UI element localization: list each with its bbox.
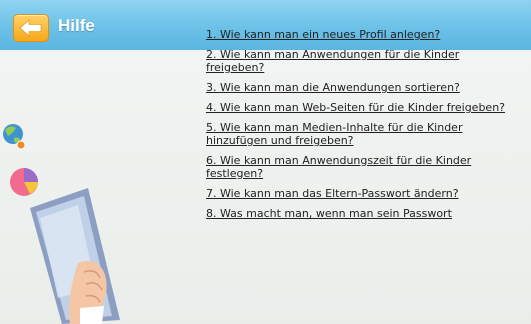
help-screen: Hilfe 1. Wie kann man ein neues Profil a…	[0, 0, 531, 324]
faq-item: 8. Was macht man, wenn man sein Passwort	[206, 207, 506, 220]
faq-item: 1. Wie kann man ein neues Profil anlegen…	[206, 28, 506, 41]
faq-link-5[interactable]: 5. Wie kann man Medien-Inhalte für die K…	[206, 121, 506, 147]
faq-link-7[interactable]: 7. Wie kann man das Eltern-Passwort ände…	[206, 187, 506, 200]
faq-item: 4. Wie kann man Web-Seiten für die Kinde…	[206, 101, 506, 114]
page-title: Hilfe	[58, 16, 95, 35]
faq-link-8[interactable]: 8. Was macht man, wenn man sein Passwort	[206, 207, 506, 220]
faq-list: 1. Wie kann man ein neues Profil anlegen…	[206, 28, 506, 227]
faq-link-6[interactable]: 6. Wie kann man Anwendungszeit für die K…	[206, 154, 506, 180]
faq-item: 3. Wie kann man die Anwendungen sortiere…	[206, 81, 506, 94]
pie-chart-icon	[10, 168, 38, 196]
faq-link-1[interactable]: 1. Wie kann man ein neues Profil anlegen…	[206, 28, 506, 41]
faq-link-2[interactable]: 2. Wie kann man Anwendungen für die Kind…	[206, 48, 506, 74]
faq-item: 7. Wie kann man das Eltern-Passwort ände…	[206, 187, 506, 200]
faq-link-3[interactable]: 3. Wie kann man die Anwendungen sortiere…	[206, 81, 506, 94]
arrow-left-icon	[19, 19, 43, 37]
faq-item: 6. Wie kann man Anwendungszeit für die K…	[206, 154, 506, 180]
faq-link-4[interactable]: 4. Wie kann man Web-Seiten für die Kinde…	[206, 101, 506, 114]
globe-lock-icon	[3, 124, 26, 150]
back-button[interactable]	[13, 14, 49, 42]
faq-item: 2. Wie kann man Anwendungen für die Kind…	[206, 48, 506, 74]
decorative-illustration	[0, 58, 140, 324]
faq-item: 5. Wie kann man Medien-Inhalte für die K…	[206, 121, 506, 147]
